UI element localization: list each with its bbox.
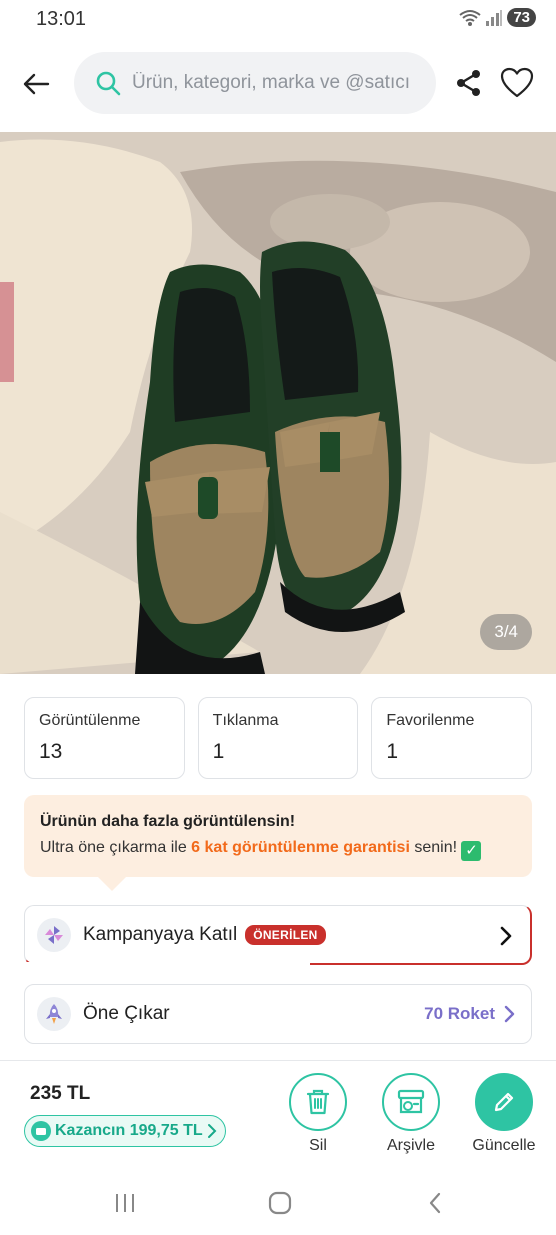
system-nav-bar — [0, 1170, 556, 1235]
signal-icon — [486, 9, 503, 26]
stat-value: 1 — [212, 740, 225, 763]
campaign-label: Kampanyaya Katıl — [83, 923, 238, 945]
archive-button[interactable] — [382, 1073, 440, 1131]
chevron-right-icon — [500, 926, 512, 946]
feature-product-button[interactable]: Öne Çıkar 70 Roket — [24, 984, 532, 1044]
search-icon — [96, 71, 121, 96]
product-image[interactable]: 3/4 — [0, 132, 556, 674]
price: 235 TL — [30, 1083, 91, 1104]
stat-label: Favorilenme — [386, 712, 475, 729]
promo-highlight: 6 kat görüntülenme garantisi — [191, 839, 410, 856]
delete-button[interactable] — [289, 1073, 347, 1131]
stat-value: 13 — [39, 740, 63, 763]
stat-favorites: Favorilenme 1 — [371, 697, 533, 779]
product-photo — [0, 132, 556, 674]
promo-text-before: Ultra öne çıkarma ile — [40, 839, 192, 856]
heart-icon — [500, 67, 534, 98]
delete-action: Sil — [282, 1073, 354, 1155]
promo-banner: Ürünün daha fazla görüntülensin! Ultra ö… — [24, 795, 532, 891]
campaign-icon-wrap — [37, 917, 71, 952]
chevron-right-icon — [207, 1124, 217, 1138]
stat-label: Tıklanma — [212, 712, 279, 729]
stats-row: Görüntülenme 13 Tıklanma 1 Favorilenme 1 — [24, 697, 533, 779]
join-campaign-button[interactable]: Kampanyaya Katıl ÖNERİLEN — [24, 905, 532, 965]
check-icon: ✓ — [461, 841, 482, 861]
search-input[interactable] — [132, 72, 432, 94]
recents-button[interactable] — [110, 1188, 140, 1218]
recommended-badge: ÖNERİLEN — [245, 924, 326, 945]
bottom-action-bar: 235 TL Kazancın 199,75 TL Sil Arşivle Gü… — [0, 1060, 556, 1164]
back-nav-button[interactable] — [420, 1188, 450, 1218]
favorite-button[interactable] — [500, 66, 534, 100]
wallet-icon — [31, 1121, 51, 1141]
search-bar[interactable] — [74, 52, 436, 114]
rocket-icon — [46, 1004, 62, 1024]
update-label: Güncelle — [472, 1137, 536, 1154]
delete-label: Sil — [309, 1137, 327, 1154]
archive-icon — [397, 1089, 425, 1114]
roket-cost: 70 Roket — [424, 1004, 495, 1023]
home-icon — [268, 1191, 292, 1215]
battery-indicator: 73 — [507, 8, 536, 27]
stat-views: Görüntülenme 13 — [24, 697, 185, 779]
feature-cost: 70 Roket — [424, 1003, 517, 1025]
wifi-icon — [459, 9, 481, 26]
status-icons: 73 — [459, 8, 536, 27]
archive-label: Arşivle — [386, 1137, 435, 1154]
stat-label: Görüntülenme — [39, 712, 141, 729]
archive-action: Arşivle — [375, 1073, 447, 1155]
earnings-pill[interactable]: Kazancın 199,75 TL — [24, 1115, 226, 1147]
promo-title: Ürünün daha fazla görüntülensin! — [40, 813, 296, 830]
earnings-text: Kazancın 199,75 TL — [55, 1122, 203, 1139]
stat-value: 1 — [386, 740, 399, 763]
feature-label: Öne Çıkar — [83, 1003, 170, 1024]
recents-icon — [116, 1194, 134, 1212]
chevron-right-icon — [504, 1005, 515, 1023]
image-counter: 3/4 — [480, 614, 532, 650]
share-button[interactable] — [454, 68, 484, 98]
stat-clicks: Tıklanma 1 — [197, 697, 359, 779]
promo-text-after: senin! — [409, 839, 458, 856]
promo-text: Ultra öne çıkarma ile 6 kat görüntülenme… — [40, 839, 516, 861]
status-bar: 13:01 73 — [0, 0, 556, 38]
rocket-icon-wrap — [37, 997, 71, 1031]
update-action: Güncelle — [468, 1073, 540, 1155]
chevron-left-icon — [429, 1192, 441, 1214]
arrow-left-icon — [23, 73, 50, 95]
pencil-icon — [494, 1092, 514, 1112]
update-button[interactable] — [475, 1073, 533, 1131]
pinwheel-icon — [45, 925, 63, 944]
page: 13:01 73 Ürün, kategori, marka ve @satıc… — [0, 0, 556, 1235]
status-time: 13:01 — [36, 8, 87, 30]
header — [0, 50, 556, 116]
share-icon — [457, 70, 480, 96]
back-button[interactable] — [18, 66, 54, 102]
home-button[interactable] — [265, 1188, 295, 1218]
trash-icon — [306, 1089, 330, 1115]
